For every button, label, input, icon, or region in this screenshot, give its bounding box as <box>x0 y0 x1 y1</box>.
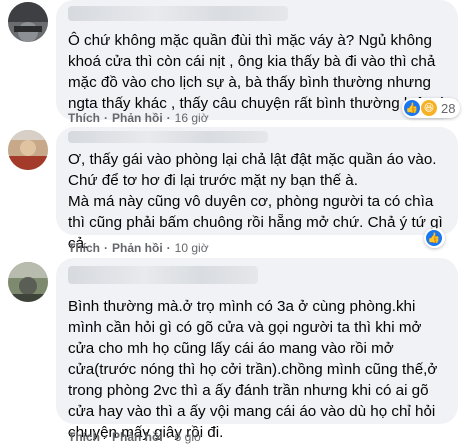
haha-icon: 😆 <box>421 100 437 116</box>
separator-dot: · <box>104 111 108 125</box>
separator-dot: · <box>104 430 108 444</box>
reply-button[interactable]: Phản hồi <box>112 111 163 125</box>
separator-dot: · <box>166 241 171 255</box>
comment-bubble: Bình thường mà.ở trọ mình có 3a ở cùng p… <box>56 258 458 441</box>
timestamp[interactable]: 16 giờ <box>175 111 209 125</box>
separator-dot: · <box>166 430 171 444</box>
separator-dot: · <box>166 111 171 125</box>
reply-button[interactable]: Phản hồi <box>112 241 163 255</box>
avatar[interactable] <box>8 130 48 170</box>
comment-2: Ơ, thấy gái vào phòng lại chả lật đật mặ… <box>0 127 474 257</box>
reaction-summary[interactable]: 👍 😆 28 <box>402 98 461 118</box>
separator-dot: · <box>104 241 108 255</box>
like-button[interactable]: Thích <box>68 241 100 255</box>
reaction-count: 28 <box>441 100 456 116</box>
comment-text: Bình thường mà.ở trọ mình có 3a ở cùng p… <box>68 298 438 441</box>
like-icon: 👍 <box>426 230 442 246</box>
comment-bubble: Ô chứ không mặc quần đùi thì mặc váy à? … <box>56 0 458 120</box>
like-button[interactable]: Thích <box>68 430 100 444</box>
comment-text: Ô chứ không mặc quần đùi thì mặc váy à? … <box>68 32 446 112</box>
avatar[interactable] <box>8 2 48 42</box>
author-name-redacted[interactable] <box>68 266 258 284</box>
author-name-redacted[interactable] <box>68 131 268 143</box>
comment-1: Ô chứ không mặc quần đùi thì mặc váy à? … <box>0 0 474 125</box>
comment-text: Ơ, thấy gái vào phòng lại chả lật đật mặ… <box>68 151 443 252</box>
comment-3: Bình thường mà.ở trọ mình có 3a ở cùng p… <box>0 258 474 444</box>
comment-bubble: Ơ, thấy gái vào phòng lại chả lật đật mặ… <box>56 127 458 252</box>
author-name-redacted[interactable] <box>68 6 288 21</box>
like-button[interactable]: Thích <box>68 111 100 125</box>
avatar[interactable] <box>8 262 48 302</box>
reply-button[interactable]: Phản hồi <box>112 430 163 444</box>
like-icon: 👍 <box>404 100 420 116</box>
reaction-summary[interactable]: 👍 <box>424 228 445 248</box>
timestamp[interactable]: 6 giờ <box>175 430 202 444</box>
timestamp[interactable]: 10 giờ <box>175 241 209 255</box>
